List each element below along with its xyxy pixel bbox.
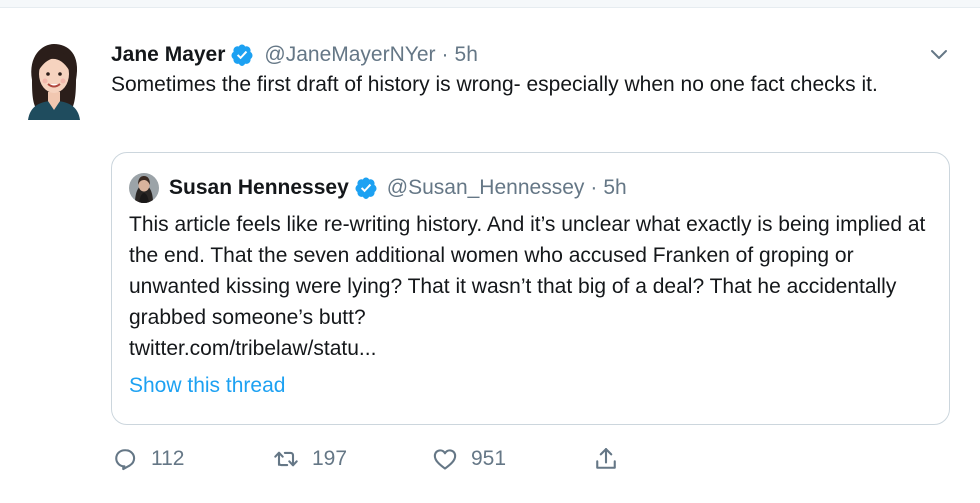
quoted-tweet-timestamp[interactable]: 5h	[603, 176, 626, 200]
like-button[interactable]: 951	[431, 445, 506, 473]
heart-icon	[433, 449, 457, 470]
author-avatar[interactable]	[24, 40, 84, 120]
show-thread-link[interactable]: Show this thread	[129, 374, 285, 398]
separator-dot: ·	[441, 43, 449, 66]
tweet-header: Jane Mayer @JaneMayerNYer · 5h	[111, 40, 478, 70]
avatar-illustration	[28, 44, 80, 120]
quoted-author-avatar[interactable]	[129, 173, 159, 203]
quoted-tweet-body: This article feels like re-writing histo…	[129, 213, 926, 329]
author-name[interactable]: Jane Mayer	[111, 43, 225, 67]
quoted-tweet-header: Susan Hennessey @Susan_Hennessey · 5h	[129, 173, 627, 203]
quoted-tweet[interactable]: Susan Hennessey @Susan_Hennessey · 5h Th…	[111, 152, 950, 425]
author-handle[interactable]: @JaneMayerNYer	[264, 43, 435, 67]
retweet-count: 197	[312, 447, 348, 470]
separator-dot: ·	[590, 176, 598, 199]
quoted-avatar-photo	[129, 173, 159, 203]
chevron-down-icon[interactable]	[927, 42, 951, 66]
retweet-icon	[274, 451, 298, 467]
timeline-divider	[0, 0, 980, 8]
reply-button[interactable]: 112	[111, 445, 184, 473]
quoted-author-name[interactable]: Susan Hennessey	[169, 176, 349, 200]
tweet-text: Sometimes the first draft of history is …	[111, 73, 878, 96]
like-count: 951	[471, 447, 507, 470]
tweet-timestamp[interactable]: 5h	[455, 43, 478, 67]
verified-badge-icon	[231, 44, 253, 66]
quoted-tweet-text: This article feels like re-writing histo…	[129, 209, 939, 364]
quoted-tweet-link[interactable]: twitter.com/tribelaw/statu...	[129, 333, 939, 364]
share-icon	[596, 448, 616, 469]
tweet[interactable]: Jane Mayer @JaneMayerNYer · 5h Sometimes…	[0, 9, 980, 503]
reply-count: 112	[151, 447, 185, 470]
share-button[interactable]	[592, 445, 620, 473]
verified-badge-icon	[355, 177, 377, 199]
quoted-author-handle[interactable]: @Susan_Hennessey	[387, 176, 585, 200]
retweet-button[interactable]: 197	[272, 445, 347, 473]
reply-icon	[115, 449, 136, 471]
